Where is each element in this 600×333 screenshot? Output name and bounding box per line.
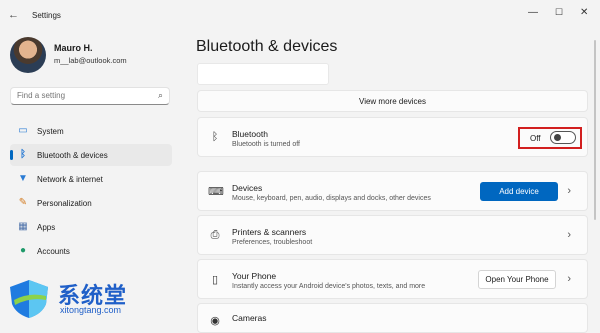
- devices-subtitle: Mouse, keyboard, pen, audio, displays an…: [232, 195, 431, 202]
- back-arrow-icon[interactable]: ←: [8, 9, 19, 21]
- watermark-url: xitongtang.com: [60, 305, 122, 315]
- chevron-right-icon: ›: [567, 273, 571, 285]
- chevron-right-icon: ›: [567, 229, 571, 241]
- close-button[interactable]: ✕: [580, 7, 588, 18]
- app-title: Settings: [32, 11, 61, 20]
- toggle-knob: [554, 134, 561, 141]
- sidebar-item-label: Accounts: [37, 247, 70, 256]
- sidebar-item-label: Bluetooth & devices: [37, 151, 108, 160]
- monitor-icon: ▭: [18, 125, 28, 136]
- title-bar: ← Settings — ☐ ✕: [0, 0, 600, 30]
- watermark-shield-logo: [10, 280, 48, 318]
- open-your-phone-button[interactable]: Open Your Phone: [478, 270, 556, 289]
- bluetooth-title: Bluetooth: [232, 129, 268, 139]
- sidebar-item-accounts[interactable]: ● Accounts: [10, 240, 172, 262]
- bluetooth-toggle[interactable]: [550, 131, 576, 144]
- printers-row[interactable]: ⎙ Printers & scanners Preferences, troub…: [197, 215, 588, 255]
- bluetooth-state-label: Off: [530, 134, 541, 143]
- sidebar-item-personalization[interactable]: ✎ Personalization: [10, 192, 172, 214]
- person-icon: ●: [19, 245, 27, 256]
- cameras-title: Cameras: [232, 313, 267, 323]
- scrollbar[interactable]: [594, 40, 596, 220]
- your-phone-title: Your Phone: [232, 271, 277, 281]
- printers-title: Printers & scanners: [232, 227, 307, 237]
- maximize-button[interactable]: ☐: [555, 7, 563, 18]
- active-indicator: [10, 150, 13, 160]
- sidebar-item-label: System: [37, 127, 64, 136]
- keyboard-icon: ⌨: [208, 186, 224, 198]
- printers-subtitle: Preferences, troubleshoot: [232, 239, 313, 246]
- brush-icon: ✎: [18, 197, 28, 208]
- camera-icon: ◉: [210, 315, 220, 327]
- wifi-icon: ▼: [18, 173, 28, 184]
- device-placeholder-tile: [197, 63, 329, 85]
- bluetooth-subtitle: Bluetooth is turned off: [232, 141, 300, 148]
- your-phone-subtitle: Instantly access your Android device's p…: [232, 283, 426, 290]
- minimize-button[interactable]: —: [528, 7, 538, 18]
- sidebar-item-network[interactable]: ▼ Network & internet: [10, 168, 172, 190]
- sidebar-item-label: Apps: [37, 223, 56, 232]
- sidebar-item-label: Personalization: [37, 199, 92, 208]
- view-more-devices-button[interactable]: View more devices: [197, 90, 588, 112]
- phone-icon: ▯: [211, 274, 219, 286]
- add-device-button[interactable]: Add device: [480, 182, 558, 201]
- view-more-label: View more devices: [359, 97, 426, 106]
- sidebar-item-label: Network & internet: [37, 175, 103, 184]
- page-title: Bluetooth & devices: [196, 38, 338, 55]
- sidebar-item-system[interactable]: ▭ System: [10, 120, 172, 142]
- apps-icon: ▦: [18, 221, 28, 232]
- devices-title: Devices: [232, 183, 263, 193]
- bluetooth-icon: ᛒ: [211, 131, 219, 143]
- chevron-right-icon: ›: [567, 185, 571, 197]
- sidebar-item-bluetooth-devices[interactable]: ᛒ Bluetooth & devices: [10, 144, 172, 166]
- bluetooth-icon: ᛒ: [20, 149, 26, 160]
- sidebar-item-apps[interactable]: ▦ Apps: [10, 216, 172, 238]
- printer-icon: ⎙: [210, 229, 220, 241]
- cameras-row[interactable]: ◉ Cameras: [197, 303, 588, 333]
